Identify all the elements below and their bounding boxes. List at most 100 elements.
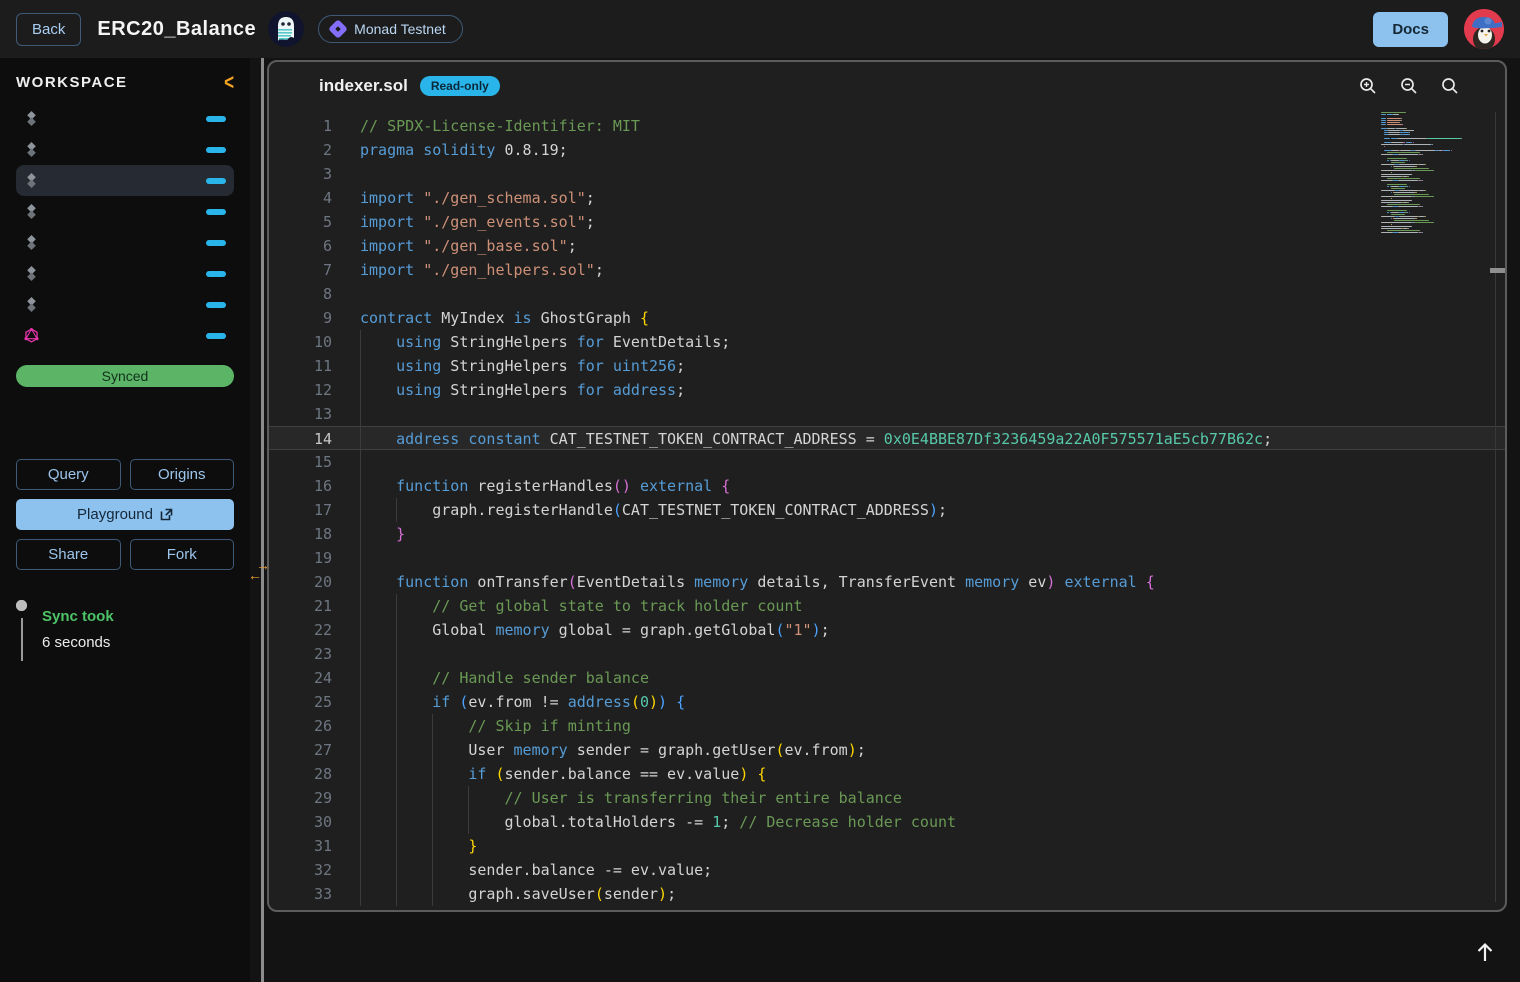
code-line-1[interactable]: 1// SPDX-License-Identifier: MIT [269,114,1505,138]
code-line-15[interactable]: 15 [269,450,1505,474]
code-token: ( [568,573,577,591]
line-number: 12 [269,378,332,402]
code-line-14[interactable]: 14 address constant CAT_TESTNET_TOKEN_CO… [269,426,1505,450]
code-line-21[interactable]: 21 // Get global state to track holder c… [269,594,1505,618]
line-number: 5 [269,210,332,234]
code-line-16[interactable]: 16 function registerHandles() external { [269,474,1505,498]
code-line-10[interactable]: 10 using StringHelpers for EventDetails; [269,330,1505,354]
code-line-8[interactable]: 8 [269,282,1505,306]
code-token: if [432,693,450,711]
line-number: 2 [269,138,332,162]
code-token: ( [613,501,622,519]
line-number: 10 [269,330,332,354]
indent-guide [360,450,361,474]
code-line-7[interactable]: 7import "./gen_helpers.sol"; [269,258,1505,282]
scroll-to-top-button[interactable] [1470,938,1500,968]
code-line-25[interactable]: 25 if (ev.from != address(0)) { [269,690,1505,714]
code-line-28[interactable]: 28 if (sender.balance == ev.value) { [269,762,1505,786]
line-number: 19 [269,546,332,570]
code-token [360,525,396,543]
code-token: { [721,477,730,495]
code-token: GhostGraph [532,309,640,327]
share-button[interactable]: Share [16,539,121,570]
resize-handle-icon[interactable]: →← [248,560,276,584]
code-line-18[interactable]: 18 } [269,522,1505,546]
indent-guide [360,738,361,762]
code-line-24[interactable]: 24 // Handle sender balance [269,666,1505,690]
code-line-13[interactable]: 13 [269,402,1505,426]
code-line-3[interactable]: 3 [269,162,1505,186]
fork-button[interactable]: Fork [130,539,235,570]
file-item-schema.sol[interactable] [16,134,234,165]
code-token: ev.from [784,741,847,759]
code-line-11[interactable]: 11 using StringHelpers for uint256; [269,354,1505,378]
code-token: ) [812,621,821,639]
code-token [1137,573,1146,591]
indent-guide [432,810,433,834]
code-line-2[interactable]: 2pragma solidity 0.8.19; [269,138,1505,162]
code-token: ; [595,261,604,279]
file-item-gen_schema.sol[interactable] [16,258,234,289]
file-item-gen_helpers.sol[interactable] [16,227,234,258]
graphql-icon [24,328,39,343]
up-arrow-icon [1473,940,1497,964]
line-number: 13 [269,402,332,426]
code-token [712,477,721,495]
code-token: CAT_TESTNET_TOKEN_CONTRACT_ADDRESS [622,501,929,519]
code-token: ( [631,693,640,711]
code-token: sender [604,885,658,903]
network-badge[interactable]: Monad Testnet [318,15,463,43]
code-line-27[interactable]: 27 User memory sender = graph.getUser(ev… [269,738,1505,762]
code-line-33[interactable]: 33 graph.saveUser(sender); [269,882,1505,906]
code-token: 0 [640,693,649,711]
workspace-title: WORKSPACE [16,74,128,91]
file-item-gen_events.sol[interactable] [16,289,234,320]
playground-button[interactable]: Playground [16,499,234,530]
code-token [360,717,468,735]
code-line-6[interactable]: 6import "./gen_base.sol"; [269,234,1505,258]
line-number: 4 [269,186,332,210]
code-line-23[interactable]: 23 [269,642,1505,666]
code-line-26[interactable]: 26 // Skip if minting [269,714,1505,738]
code-line-22[interactable]: 22 Global memory global = graph.getGloba… [269,618,1505,642]
code-area[interactable]: 1// SPDX-License-Identifier: MIT2pragma … [269,114,1505,910]
code-line-32[interactable]: 32 sender.balance -= ev.value; [269,858,1505,882]
zoom-in-icon[interactable] [1359,77,1377,95]
origins-button[interactable]: Origins [130,459,235,490]
code-token [414,213,423,231]
code-token: global.totalHolders -= [360,813,712,831]
scrollbar-thumb[interactable] [1490,268,1505,273]
file-item-schema.graphql[interactable] [16,320,234,351]
code-line-17[interactable]: 17 graph.registerHandle(CAT_TESTNET_TOKE… [269,498,1505,522]
sidebar-divider[interactable] [261,58,264,982]
file-item-gen_base.sol[interactable] [16,196,234,227]
collapse-sidebar-icon[interactable]: < [224,71,234,93]
timeline-connector [21,618,23,661]
code-line-20[interactable]: 20 function onTransfer(EventDetails memo… [269,570,1505,594]
docs-button[interactable]: Docs [1373,12,1448,47]
code-line-30[interactable]: 30 global.totalHolders -= 1; // Decrease… [269,810,1505,834]
code-token: 0.8.19; [495,141,567,159]
zoom-out-icon[interactable] [1400,77,1418,95]
code-token: StringHelpers [441,333,576,351]
code-line-19[interactable]: 19 [269,546,1505,570]
code-line-5[interactable]: 5import "./gen_events.sol"; [269,210,1505,234]
code-token: external [640,477,712,495]
code-token [631,477,640,495]
code-token: using [396,357,441,375]
code-line-31[interactable]: 31 } [269,834,1505,858]
code-line-29[interactable]: 29 // User is transferring their entire … [269,786,1505,810]
back-button[interactable]: Back [16,13,81,46]
search-icon[interactable] [1441,77,1459,95]
file-item-events.sol[interactable] [16,103,234,134]
code-token: import [360,213,414,231]
code-line-9[interactable]: 9contract MyIndex is GhostGraph { [269,306,1505,330]
code-line-12[interactable]: 12 using StringHelpers for address; [269,378,1505,402]
indent-guide [432,882,433,906]
code-token: external [1064,573,1136,591]
query-button[interactable]: Query [16,459,121,490]
file-item-indexer.sol[interactable] [16,165,234,196]
minimap[interactable] [1381,112,1489,246]
code-line-4[interactable]: 4import "./gen_schema.sol"; [269,186,1505,210]
user-avatar[interactable] [1464,9,1504,49]
